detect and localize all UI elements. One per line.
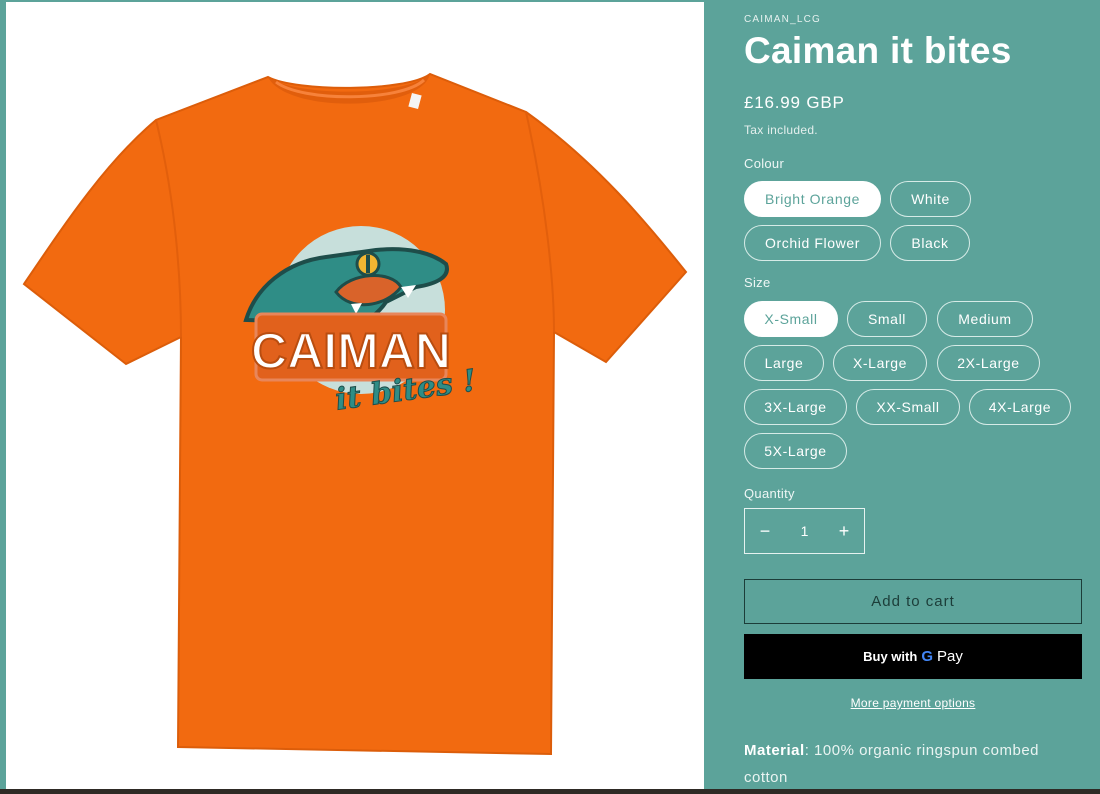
gpay-buy-with: Buy with bbox=[863, 649, 918, 664]
vendor-name: CAIMAN_LCG bbox=[744, 14, 822, 25]
product-image[interactable]: CAIMAN it bites ! bbox=[6, 2, 704, 789]
colour-label: Colour bbox=[744, 156, 785, 171]
size-option-large[interactable]: Large bbox=[744, 345, 824, 381]
size-option-medium[interactable]: Medium bbox=[937, 301, 1033, 337]
size-option-5x-large[interactable]: 5X-Large bbox=[744, 433, 847, 469]
colour-option-white[interactable]: White bbox=[890, 181, 971, 217]
product-price: £16.99 GBP bbox=[744, 93, 845, 112]
colour-option-bright-orange[interactable]: Bright Orange bbox=[744, 181, 881, 217]
product-title: Caiman it bites bbox=[744, 30, 1012, 71]
gpay-pay-label: Pay bbox=[936, 648, 963, 665]
add-to-cart-button[interactable]: Add to cart bbox=[744, 579, 1082, 624]
quantity-stepper: − 1 + bbox=[744, 508, 865, 554]
size-option-4x-large[interactable]: 4X-Large bbox=[969, 389, 1071, 425]
tshirt-illustration: CAIMAN it bites ! bbox=[22, 72, 688, 756]
material-description: Material: 100% organic ringspun combed c… bbox=[744, 737, 1044, 791]
size-option-xx-small[interactable]: XX-Small bbox=[856, 389, 960, 425]
size-option-x-small[interactable]: X-Small bbox=[744, 301, 838, 337]
more-payment-options-link[interactable]: More payment options bbox=[744, 696, 1082, 710]
google-pay-button[interactable]: Buy with G Pay bbox=[744, 634, 1082, 679]
quantity-decrease-button[interactable]: − bbox=[758, 521, 772, 542]
size-option-x-large[interactable]: X-Large bbox=[833, 345, 927, 381]
material-label: Material bbox=[744, 742, 805, 759]
colour-option-orchid-flower[interactable]: Orchid Flower bbox=[744, 225, 881, 261]
quantity-increase-button[interactable]: + bbox=[837, 521, 851, 542]
size-label: Size bbox=[744, 275, 771, 290]
google-g-icon: G bbox=[921, 648, 933, 665]
size-option-3x-large[interactable]: 3X-Large bbox=[744, 389, 847, 425]
colour-option-black[interactable]: Black bbox=[890, 225, 970, 261]
size-option-2x-large[interactable]: 2X-Large bbox=[937, 345, 1040, 381]
tax-note: Tax included. bbox=[744, 123, 818, 137]
size-option-small[interactable]: Small bbox=[847, 301, 927, 337]
quantity-label: Quantity bbox=[744, 486, 795, 501]
quantity-input[interactable]: 1 bbox=[801, 523, 809, 539]
